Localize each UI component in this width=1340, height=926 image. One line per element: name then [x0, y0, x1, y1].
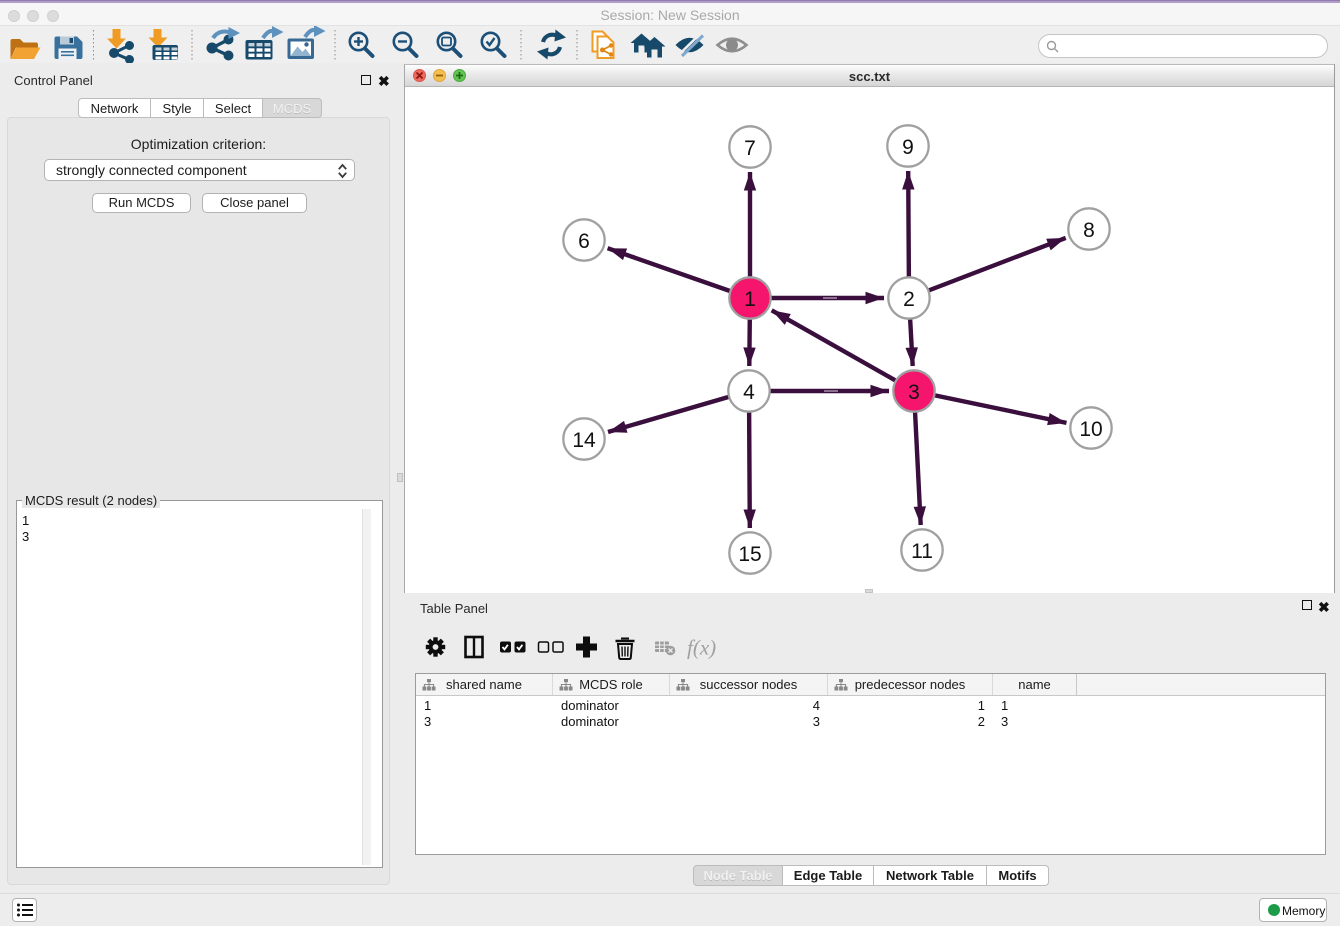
svg-text:3: 3 — [908, 381, 920, 404]
svg-text:8: 8 — [1083, 219, 1095, 242]
svg-text:4: 4 — [743, 381, 755, 404]
svg-text:1: 1 — [744, 288, 756, 311]
svg-text:2: 2 — [903, 288, 915, 311]
svg-text:11: 11 — [911, 540, 933, 563]
svg-text:f(x): f(x) — [687, 636, 716, 660]
svg-text:15: 15 — [738, 543, 761, 566]
svg-text:6: 6 — [578, 230, 590, 253]
svg-text:14: 14 — [572, 429, 596, 452]
svg-text:10: 10 — [1079, 418, 1102, 441]
svg-text:7: 7 — [744, 137, 756, 160]
svg-text:9: 9 — [902, 136, 914, 159]
